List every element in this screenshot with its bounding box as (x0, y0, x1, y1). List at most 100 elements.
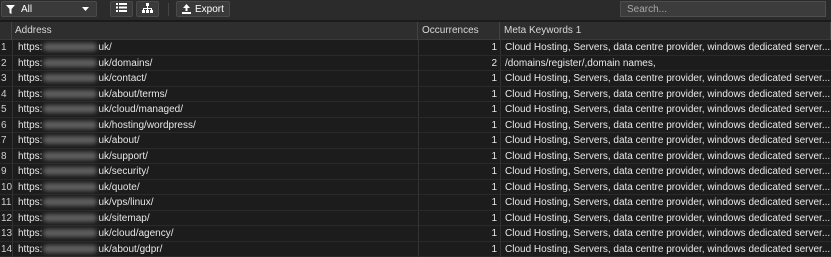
toolbar: All (0, 0, 831, 21)
address-cell[interactable]: https: uk/contact/ (12, 71, 418, 86)
address-cell[interactable]: https: uk/hosting/wordpress/ (12, 118, 418, 133)
table-row[interactable]: 6https:uk/hosting/wordpress/1Cloud Hosti… (0, 118, 831, 134)
occurrences-cell: 1 (418, 40, 500, 55)
table-row[interactable]: 9https:uk/security/1Cloud Hosting, Serve… (0, 164, 831, 180)
occurrences-cell: 1 (418, 211, 500, 226)
table-row[interactable]: 5https:uk/cloud/managed/1Cloud Hosting, … (0, 102, 831, 118)
redacted-domain (43, 152, 97, 160)
address-scheme: https: (18, 58, 42, 69)
occurrences-cell: 1 (418, 149, 500, 164)
redacted-domain (43, 198, 97, 206)
meta-keywords-cell: Cloud Hosting, Servers, data centre prov… (500, 102, 831, 117)
meta-keywords-cell: Cloud Hosting, Servers, data centre prov… (500, 226, 831, 241)
address-path: uk/about/terms/ (98, 89, 167, 100)
address-scheme: https: (18, 73, 42, 84)
filter-dropdown[interactable]: All (1, 1, 97, 17)
meta-keywords-cell: Cloud Hosting, Servers, data centre prov… (500, 133, 831, 148)
occurrences-cell: 2 (418, 56, 500, 71)
address-path: uk/cloud/agency/ (98, 228, 173, 239)
column-header-meta-keywords[interactable]: Meta Keywords 1 (500, 22, 831, 40)
address-scheme: https: (18, 166, 42, 177)
address-cell[interactable]: https:uk/cloud/managed/ (12, 102, 418, 117)
table-row[interactable]: 14https:uk/about/gdpr/1Cloud Hosting, Se… (0, 242, 831, 257)
address-scheme: https: (18, 213, 42, 224)
row-number: 10 (0, 180, 12, 195)
redacted-domain (43, 183, 97, 191)
table-row[interactable]: 7https:uk/about/1Cloud Hosting, Servers,… (0, 133, 831, 149)
meta-keywords-cell: /domains/register/,domain names, (500, 56, 831, 71)
table-row[interactable]: 11https:uk/vps/linux/1Cloud Hosting, Ser… (0, 195, 831, 211)
meta-keywords-cell: Cloud Hosting, Servers, data centre prov… (500, 195, 831, 210)
table-row[interactable]: 12https:uk/sitemap/1Cloud Hosting, Serve… (0, 211, 831, 227)
meta-keywords-cell: Cloud Hosting, Servers, data centre prov… (500, 71, 831, 86)
toolbar-divider (168, 3, 169, 16)
column-header-index[interactable] (0, 22, 12, 40)
address-path: uk/about/ (98, 135, 139, 146)
row-number: 6 (0, 118, 12, 133)
row-number: 11 (0, 195, 12, 210)
redacted-domain (43, 74, 97, 82)
row-number: 5 (0, 102, 12, 117)
export-button[interactable]: Export (176, 1, 230, 17)
occurrences-cell: 1 (418, 164, 500, 179)
occurrences-cell: 1 (418, 118, 500, 133)
address-cell[interactable]: https:uk/vps/linux/ (12, 195, 418, 210)
address-cell[interactable]: https:uk/about/ (12, 133, 418, 148)
filter-icon (6, 5, 15, 14)
table-row[interactable]: 2https:uk/domains/2/domains/register/,do… (0, 56, 831, 72)
address-path: uk/sitemap/ (98, 213, 149, 224)
address-cell[interactable]: https:uk/ (12, 40, 418, 55)
address-cell[interactable]: https:uk/cloud/agency/ (12, 226, 418, 241)
address-scheme: https: (18, 151, 42, 162)
export-label: Export (195, 4, 224, 15)
address-cell[interactable]: https:uk/about/terms/ (12, 87, 418, 102)
address-scheme: https: (18, 120, 42, 131)
meta-keywords-cell: Cloud Hosting, Servers, data centre prov… (500, 164, 831, 179)
table-body: 1https:uk/1Cloud Hosting, Servers, data … (0, 40, 831, 257)
address-path: uk/about/gdpr/ (98, 244, 162, 255)
redacted-domain (43, 43, 97, 51)
redacted-domain (43, 167, 97, 175)
occurrences-cell: 1 (418, 242, 500, 257)
table-row[interactable]: 3https:uk/contact/1Cloud Hosting, Server… (0, 71, 831, 87)
search-input[interactable] (620, 1, 826, 17)
table-header: Address Occurrences Meta Keywords 1 (0, 22, 831, 40)
address-path: uk/hosting/wordpress/ (98, 120, 195, 131)
table-row[interactable]: 1https:uk/1Cloud Hosting, Servers, data … (0, 40, 831, 56)
meta-keywords-cell: Cloud Hosting, Servers, data centre prov… (500, 149, 831, 164)
meta-keywords-cell: Cloud Hosting, Servers, data centre prov… (500, 87, 831, 102)
row-number: 7 (0, 133, 12, 148)
redacted-domain (43, 214, 97, 222)
row-number: 1 (0, 40, 12, 55)
redacted-domain (43, 136, 97, 144)
tree-view-button[interactable] (136, 1, 159, 17)
address-cell[interactable]: https: uk/about/gdpr/ (12, 242, 418, 257)
row-number: 2 (0, 56, 12, 71)
address-cell[interactable]: https:uk/security/ (12, 164, 418, 179)
address-cell[interactable]: https: uk/quote/ (12, 180, 418, 195)
column-header-address[interactable]: Address (12, 22, 418, 40)
upload-icon (182, 4, 191, 14)
meta-keywords-cell: Cloud Hosting, Servers, data centre prov… (500, 180, 831, 195)
occurrences-cell: 1 (418, 133, 500, 148)
address-path: uk/quote/ (98, 182, 139, 193)
table-row[interactable]: 8https:uk/support/1Cloud Hosting, Server… (0, 149, 831, 165)
meta-keywords-cell: Cloud Hosting, Servers, data centre prov… (500, 242, 831, 257)
column-header-occurrences[interactable]: Occurrences (418, 22, 500, 40)
row-number: 8 (0, 149, 12, 164)
row-number: 13 (0, 226, 12, 241)
row-number: 9 (0, 164, 12, 179)
occurrences-cell: 1 (418, 87, 500, 102)
table-row[interactable]: 13https:uk/cloud/agency/1Cloud Hosting, … (0, 226, 831, 242)
address-path: uk/contact/ (98, 73, 146, 84)
address-scheme: https: (18, 197, 42, 208)
table-row[interactable]: 4https:uk/about/terms/1Cloud Hosting, Se… (0, 87, 831, 103)
address-cell[interactable]: https: uk/sitemap/ (12, 211, 418, 226)
address-cell[interactable]: https:uk/support/ (12, 149, 418, 164)
address-path: uk/ (98, 42, 111, 53)
address-cell[interactable]: https:uk/domains/ (12, 56, 418, 71)
address-scheme: https: (18, 244, 42, 255)
address-scheme: https: (18, 182, 42, 193)
list-view-button[interactable] (110, 1, 133, 17)
table-row[interactable]: 10https:uk/quote/1Cloud Hosting, Servers… (0, 180, 831, 196)
